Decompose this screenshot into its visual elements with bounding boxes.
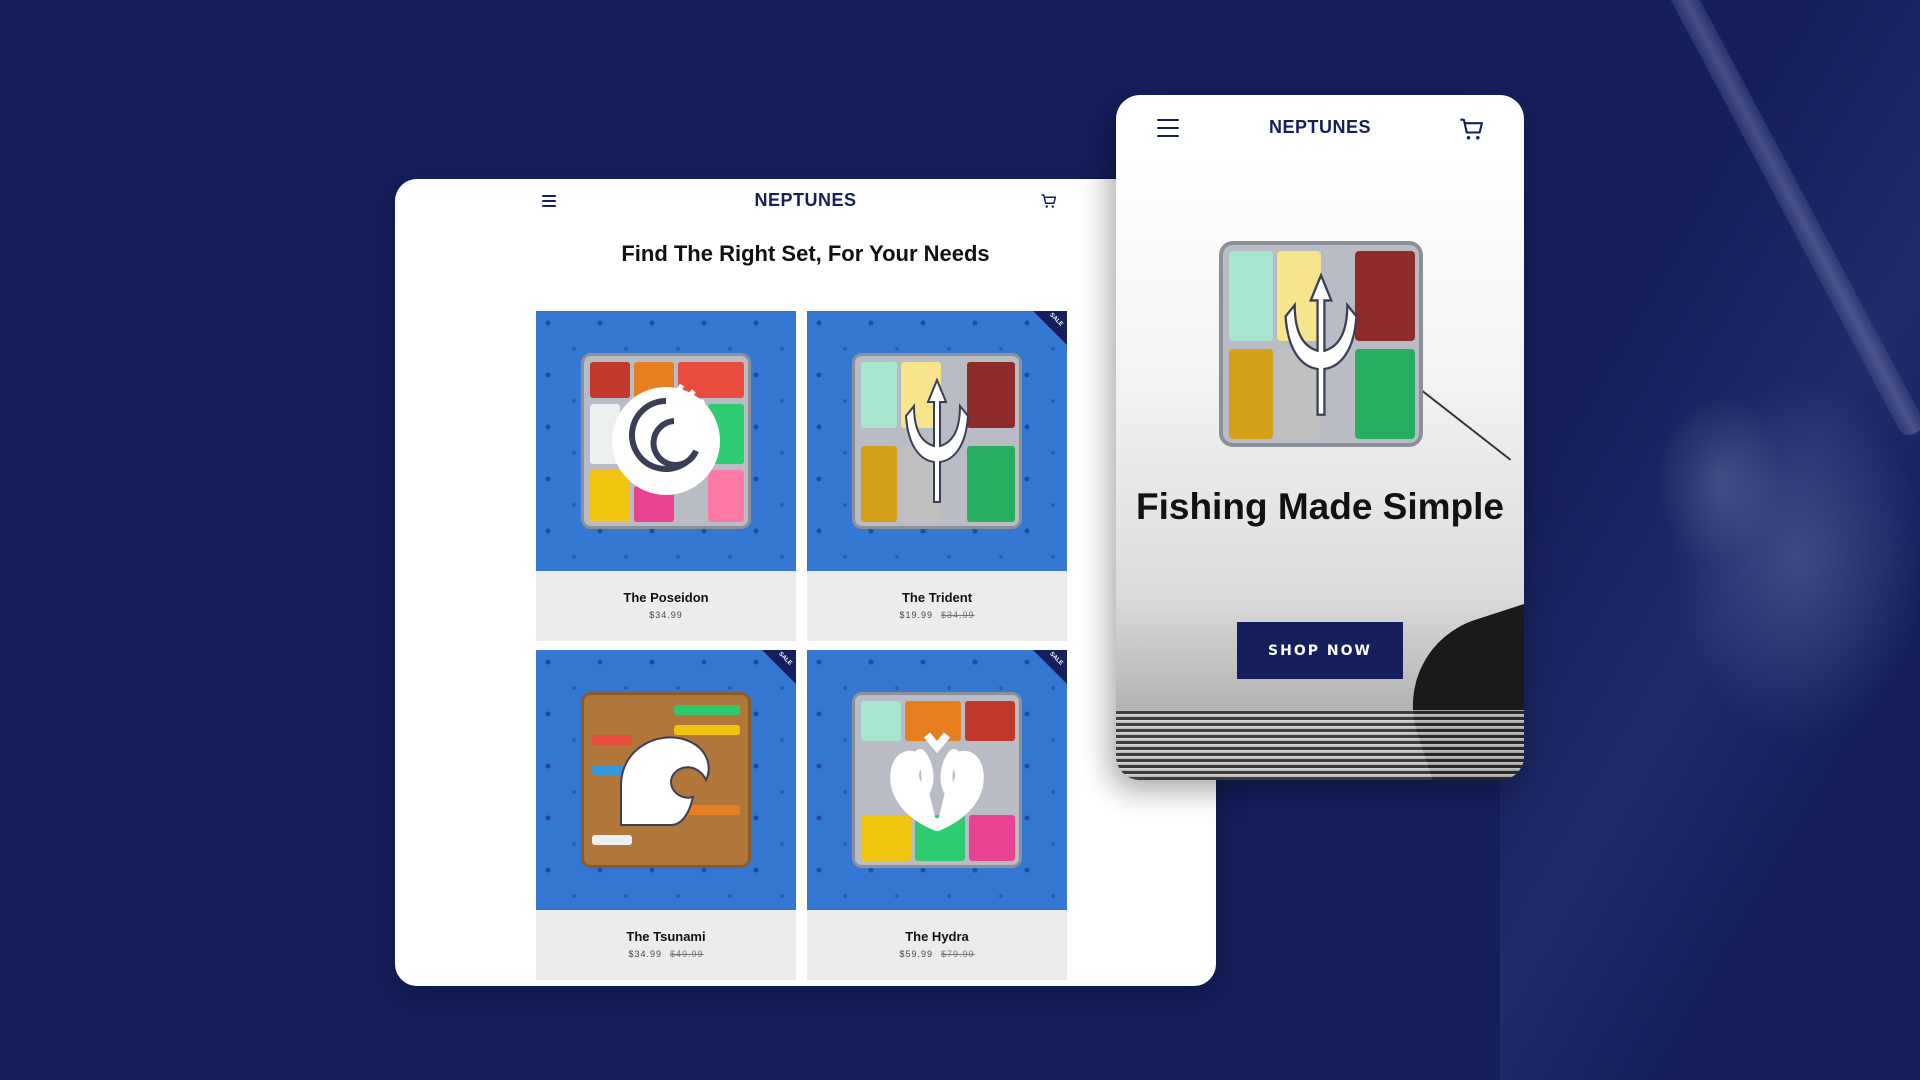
background-reel-photo bbox=[1500, 0, 1920, 1080]
desktop-mockup: NEPTUNES Find The Right Set, For Your Ne… bbox=[395, 179, 1216, 986]
section-heading: Find The Right Set, For Your Needs bbox=[621, 241, 990, 266]
hydra-logo-icon bbox=[890, 732, 984, 831]
product-card-poseidon[interactable]: The Poseidon $34.99 bbox=[536, 311, 796, 641]
shop-now-button[interactable]: SHOP NOW bbox=[1237, 622, 1403, 679]
brand-logo[interactable]: NEPTUNES bbox=[395, 190, 1216, 211]
product-image: SALE bbox=[807, 311, 1067, 571]
trident-logo-icon bbox=[1284, 272, 1358, 416]
hero-title: Fishing Made Simple bbox=[1136, 486, 1504, 527]
mobile-mockup: NEPTUNES Fishing Made Simple SHOP NOW bbox=[1116, 95, 1524, 780]
product-image: SALE bbox=[807, 650, 1067, 910]
product-card-hydra[interactable]: SALE The Hydra $59.99 $79.99 bbox=[807, 650, 1067, 980]
original-price: $49.99 bbox=[670, 949, 704, 959]
product-price: $19.99 $34.99 bbox=[899, 610, 975, 620]
desktop-header: NEPTUNES bbox=[395, 179, 1216, 225]
product-image: SALE bbox=[536, 650, 796, 910]
wave-logo-icon bbox=[620, 736, 710, 826]
product-price: $34.99 $49.99 bbox=[628, 949, 704, 959]
product-price: $59.99 $79.99 bbox=[899, 949, 975, 959]
product-name: The Hydra bbox=[905, 929, 969, 944]
poseidon-logo-icon bbox=[612, 383, 720, 495]
product-price: $34.99 bbox=[649, 610, 683, 620]
product-name: The Trident bbox=[901, 590, 973, 605]
sea-strip bbox=[1116, 710, 1524, 780]
product-card-trident[interactable]: SALE The Trident $19.99 $34.99 bbox=[807, 311, 1067, 641]
trident-logo-icon bbox=[904, 377, 970, 503]
product-card-tsunami[interactable]: SALE The Tsunami $34.99 $49.99 bbox=[536, 650, 796, 980]
product-name: The Tsunami bbox=[626, 929, 706, 944]
product-name: The Poseidon bbox=[623, 590, 709, 605]
original-price: $79.99 bbox=[941, 949, 975, 959]
hero-tackle-box bbox=[1219, 241, 1423, 447]
product-image bbox=[536, 311, 796, 571]
cart-icon[interactable] bbox=[1040, 192, 1058, 210]
cart-icon[interactable] bbox=[1458, 115, 1486, 143]
original-price: $34.99 bbox=[941, 610, 975, 620]
